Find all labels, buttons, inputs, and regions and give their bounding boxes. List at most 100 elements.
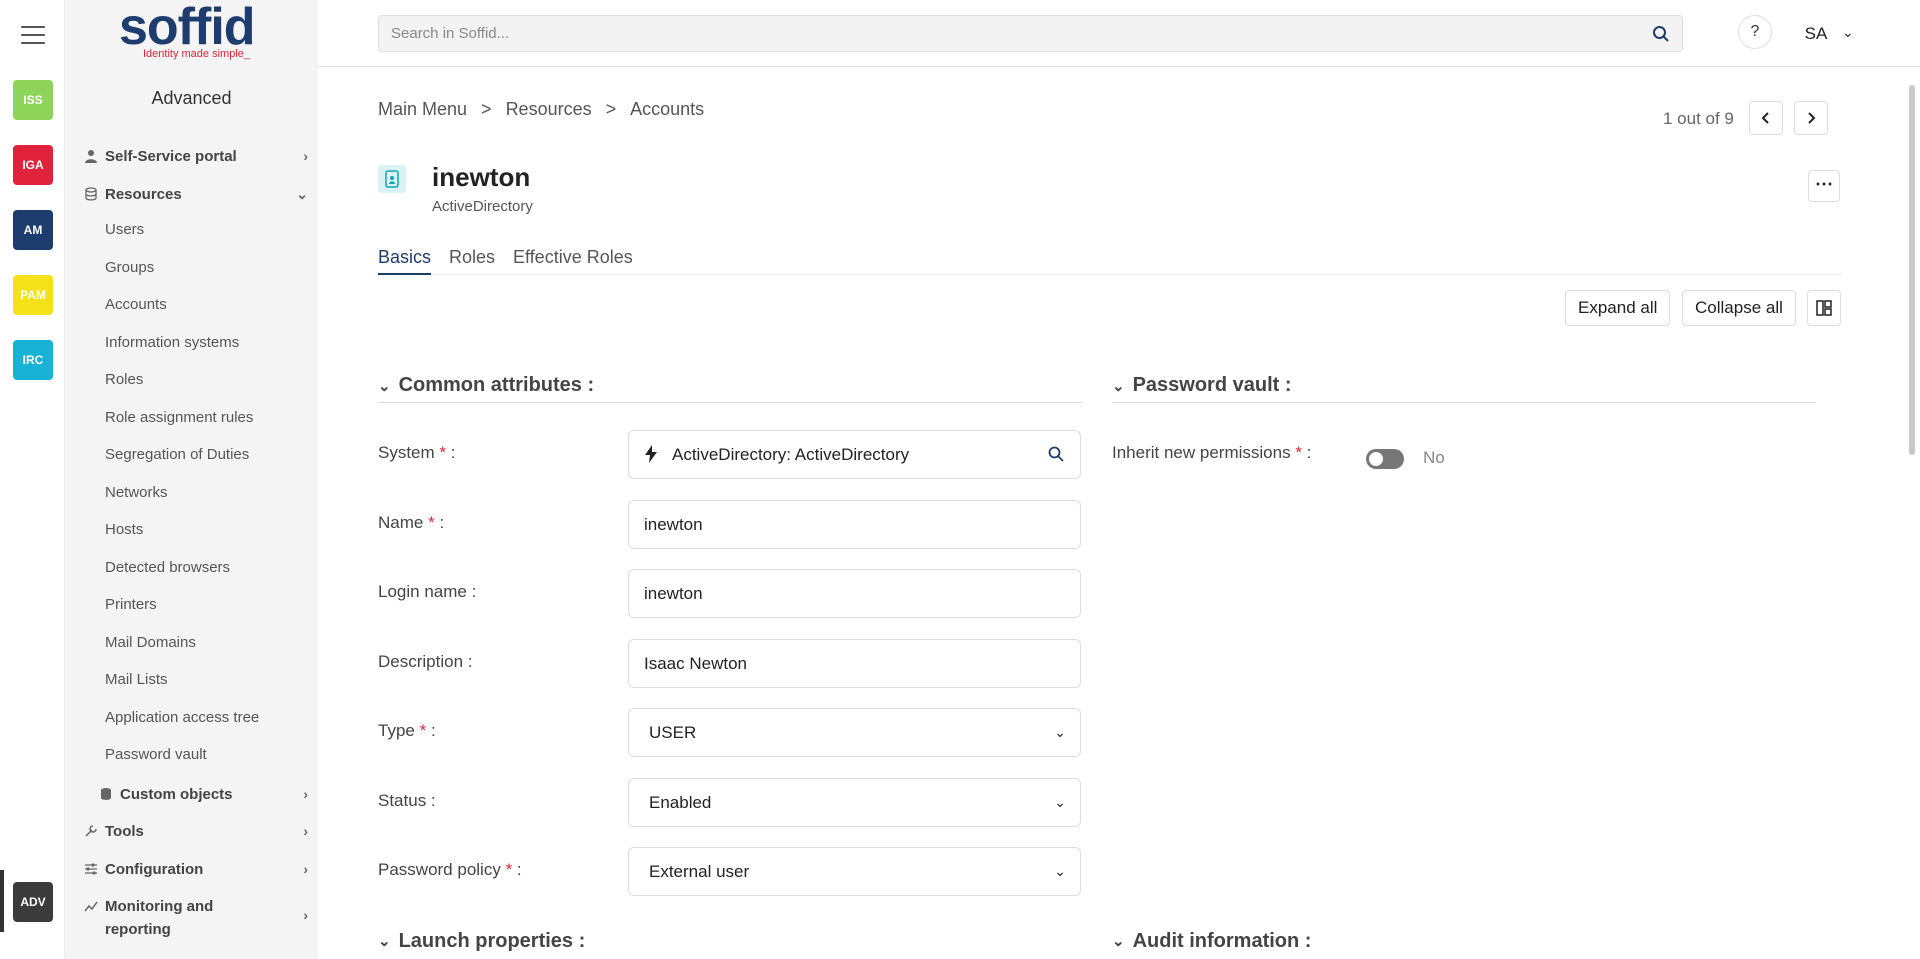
sidebar-item-detected-browsers[interactable]: Detected browsers [105,557,230,579]
sidebar-group-label: Resources [105,185,182,203]
breadcrumb-main-menu[interactable]: Main Menu [378,99,467,120]
label-colon: : [446,443,456,462]
tab-roles[interactable]: Roles [449,247,495,275]
active-app-indicator: ADV [0,870,65,932]
sidebar-group-custom-objects[interactable]: Custom objects › [98,782,308,806]
sidebar-item-networks[interactable]: Networks [105,482,168,504]
label-colon: : [512,860,522,879]
chevron-right-icon: › [303,907,308,923]
sidebar-group-label: Self-Service portal [105,147,237,165]
search-placeholder: Search in Soffid... [391,25,510,42]
section-title: Audit information : [1132,929,1312,952]
label-colon: : [434,513,445,532]
breadcrumb: Main Menu > Resources > Accounts [378,99,704,120]
chevron-down-icon: ⌄ [378,933,391,950]
chevron-down-icon: ⌄ [1054,794,1066,810]
section-title: Password vault : [1132,374,1292,396]
chevron-right-icon: › [303,823,308,839]
sidebar-item-accounts[interactable]: Accounts [105,294,167,316]
inherit-permissions-toggle[interactable] [1366,449,1404,469]
sidebar-item-role-assignment-rules[interactable]: Role assignment rules [105,407,253,429]
sidebar-group-configuration[interactable]: Configuration › [83,857,308,881]
field-label-login-name: Login name : [378,582,477,601]
app-irc-button[interactable]: IRC [13,340,53,380]
sidebar-group-monitoring[interactable]: Monitoring and reporting › [83,895,308,943]
field-label-system: System * : [378,443,456,463]
chevron-down-icon: ⌄ [296,185,308,202]
sidebar-group-resources[interactable]: Resources ⌄ [83,182,308,206]
field-label-description: Description : [378,652,473,671]
chevron-down-icon[interactable]: ⌄ [1842,24,1854,41]
previous-record-button[interactable] [1749,101,1783,135]
app-iss-button[interactable]: ISS [13,80,53,120]
sidebar-item-roles[interactable]: Roles [105,369,143,391]
app-adv-button[interactable]: ADV [13,882,53,922]
sidebar-item-users[interactable]: Users [105,219,144,241]
sliders-icon [83,861,99,877]
section-launch-properties[interactable]: ⌄ Launch properties : [378,924,1082,958]
status-value: Enabled [649,793,712,812]
label-colon: : [1301,443,1312,462]
wrench-icon [83,823,99,839]
breadcrumb-accounts[interactable]: Accounts [630,99,704,120]
sidebar-group-label: Monitoring and reporting [105,898,214,938]
help-button[interactable]: ? [1738,15,1772,49]
name-input[interactable]: inewton [628,500,1081,549]
search-input[interactable]: Search in Soffid... [378,15,1683,52]
sidebar-item-printers[interactable]: Printers [105,594,157,616]
section-audit-information[interactable]: ⌄ Audit information : [1112,924,1816,958]
breadcrumb-separator: > [481,99,492,119]
sidebar-group-label: Custom objects [120,785,233,803]
breadcrumb-resources[interactable]: Resources [506,99,592,120]
search-icon[interactable] [1048,446,1064,462]
collapse-all-button[interactable]: Collapse all [1682,290,1796,326]
tab-basics[interactable]: Basics [378,247,432,275]
sidebar: soffid Identity made simple_ Advanced Se… [65,0,318,959]
description-input[interactable]: Isaac Newton [628,639,1081,688]
type-select[interactable]: USER ⌄ [628,708,1081,757]
app-iga-button[interactable]: IGA [13,145,53,185]
search-icon[interactable] [1652,25,1670,43]
logo-word: soffid [119,0,256,56]
sidebar-item-segregation-of-duties[interactable]: Segregation of Duties [105,444,249,466]
app-pam-button[interactable]: PAM [13,275,53,315]
sidebar-item-application-access-tree[interactable]: Application access tree [105,707,259,729]
chevron-down-icon: ⌄ [1112,377,1125,395]
password-policy-value: External user [649,862,750,881]
login-name-input[interactable]: inewton [628,569,1081,618]
layout-toggle-button[interactable] [1807,290,1841,326]
sidebar-group-self-service[interactable]: Self-Service portal › [83,144,308,168]
chevron-down-icon: ⌄ [1054,724,1066,740]
section-common-attributes[interactable]: ⌄ Common attributes : [378,369,1082,403]
tab-effective-roles[interactable]: Effective Roles [513,247,633,275]
sidebar-item-password-vault[interactable]: Password vault [105,744,207,766]
hamburger-menu-icon[interactable] [21,26,45,46]
expand-all-button[interactable]: Expand all [1565,290,1671,326]
password-policy-select[interactable]: External user ⌄ [628,847,1081,896]
chart-line-icon [83,898,99,914]
chevron-right-icon: › [303,786,308,802]
app-am-button[interactable]: AM [13,210,53,250]
sidebar-item-groups[interactable]: Groups [105,257,154,279]
more-options-button[interactable]: ⋯ [1808,170,1840,202]
label-text: System [378,443,435,462]
user-avatar[interactable]: SA [1796,15,1836,55]
system-field[interactable]: ActiveDirectory: ActiveDirectory [628,430,1081,479]
sidebar-item-mail-domains[interactable]: Mail Domains [105,632,196,654]
field-label-inherit-permissions: Inherit new permissions * : [1112,443,1311,463]
next-record-button[interactable] [1794,101,1828,135]
scrollbar-thumb[interactable] [1909,85,1915,455]
chevron-right-icon: › [303,861,308,877]
account-name: inewton [432,162,531,192]
status-select[interactable]: Enabled ⌄ [628,778,1081,827]
label-text: Name [378,513,424,532]
layout-icon [1816,300,1832,316]
sidebar-item-information-systems[interactable]: Information systems [105,332,239,354]
field-label-name: Name * : [378,513,444,533]
field-label-status: Status : [378,791,436,810]
page-scrollbar[interactable] [1907,67,1917,959]
sidebar-group-tools[interactable]: Tools › [83,819,308,843]
sidebar-item-hosts[interactable]: Hosts [105,519,143,541]
sidebar-item-mail-lists[interactable]: Mail Lists [105,669,168,691]
section-password-vault[interactable]: ⌄ Password vault : [1112,369,1816,403]
